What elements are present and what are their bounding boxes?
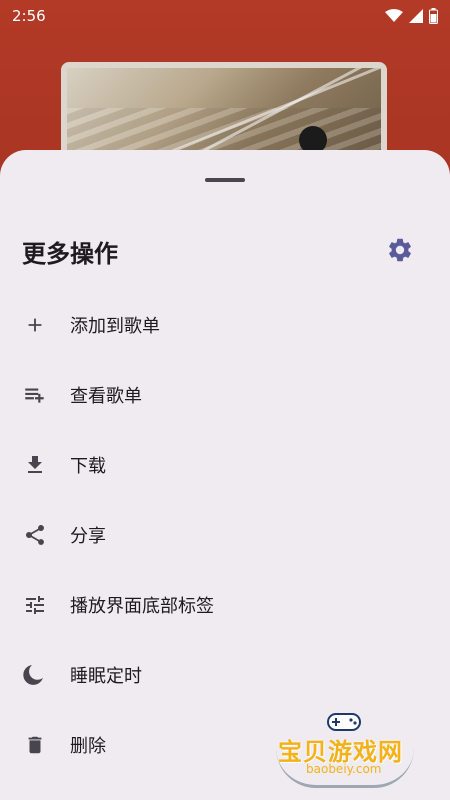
menu-item-label: 睡眠定时	[70, 666, 142, 687]
menu-item-player-bottom-tabs[interactable]: 播放界面底部标签	[0, 570, 450, 640]
plus-icon	[22, 312, 48, 338]
status-icons	[385, 8, 438, 24]
menu-item-label: 分享	[70, 526, 106, 547]
share-icon	[22, 522, 48, 548]
bottom-sheet: 更多操作 添加到歌单 查看歌单 下载 分享 播放界面底部标签 睡眠定时 删除	[0, 150, 450, 800]
watermark: 宝贝游戏网 baobeiy.com	[272, 710, 422, 790]
menu-item-label: 删除	[70, 736, 106, 757]
menu-item-label: 播放界面底部标签	[70, 596, 214, 617]
status-time: 2:56	[12, 7, 46, 25]
wifi-icon	[385, 9, 403, 22]
watermark-url: baobeiy.com	[306, 762, 382, 776]
menu-item-share[interactable]: 分享	[0, 500, 450, 570]
cellular-icon	[409, 9, 423, 23]
menu-item-label: 下载	[70, 456, 106, 477]
menu-item-add-to-playlist[interactable]: 添加到歌单	[0, 290, 450, 360]
menu-item-label: 查看歌单	[70, 386, 142, 407]
menu-item-label: 添加到歌单	[70, 316, 160, 337]
playlist-add-icon	[22, 382, 48, 408]
menu-item-sleep-timer[interactable]: 睡眠定时	[0, 640, 450, 710]
status-bar: 2:56	[0, 0, 450, 32]
action-menu: 添加到歌单 查看歌单 下载 分享 播放界面底部标签 睡眠定时 删除	[0, 290, 450, 780]
download-icon	[22, 452, 48, 478]
gamepad-icon	[327, 713, 361, 731]
moon-icon	[22, 662, 48, 688]
menu-item-download[interactable]: 下载	[0, 430, 450, 500]
trash-icon	[22, 732, 48, 758]
sheet-title: 更多操作	[22, 240, 118, 268]
drag-handle[interactable]	[205, 178, 245, 182]
settings-button[interactable]	[384, 234, 416, 266]
tune-icon	[22, 592, 48, 618]
battery-icon	[429, 8, 438, 24]
menu-item-view-playlist[interactable]: 查看歌单	[0, 360, 450, 430]
gear-icon	[389, 238, 411, 262]
